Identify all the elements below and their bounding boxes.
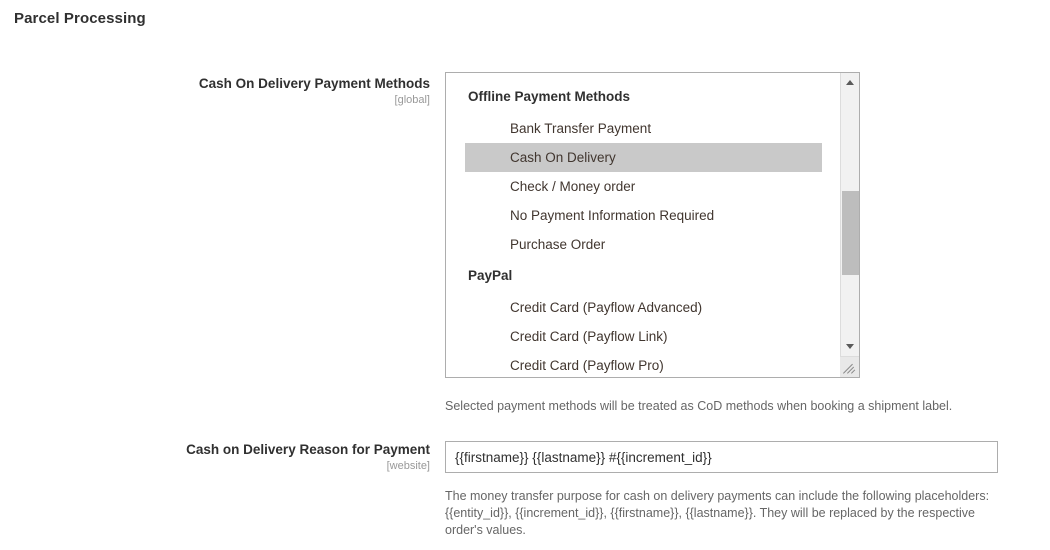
option-purchase-order[interactable]: Purchase Order xyxy=(465,230,822,259)
field-note-cod-reason-for-payment: The money transfer purpose for cash on d… xyxy=(445,489,990,537)
option-cash-on-delivery[interactable]: Cash On Delivery xyxy=(465,143,822,172)
cod-payment-methods-multiselect[interactable]: Offline Payment Methods Bank Transfer Pa… xyxy=(445,72,860,378)
option-check-money-order[interactable]: Check / Money order xyxy=(465,172,822,201)
chevron-up-icon xyxy=(846,80,854,85)
option-no-payment-information-required[interactable]: No Payment Information Required xyxy=(465,201,822,230)
field-note-cod-payment-methods: Selected payment methods will be treated… xyxy=(445,399,953,413)
option-credit-card-payflow-link[interactable]: Credit Card (Payflow Link) xyxy=(465,322,822,351)
field-scope-cod-payment-methods: [global] xyxy=(394,94,430,106)
chevron-down-icon xyxy=(846,344,854,349)
page-title: Parcel Processing xyxy=(14,10,146,27)
option-bank-transfer-payment[interactable]: Bank Transfer Payment xyxy=(465,114,822,143)
scroll-down-button[interactable] xyxy=(841,337,859,355)
multiselect-scrollbar[interactable] xyxy=(840,73,859,377)
option-credit-card-payflow-pro[interactable]: Credit Card (Payflow Pro) xyxy=(465,351,822,377)
scrollbar-thumb[interactable] xyxy=(842,191,859,275)
field-scope-cod-reason-for-payment: [website] xyxy=(386,460,430,472)
scroll-up-button[interactable] xyxy=(841,73,859,91)
resize-handle[interactable] xyxy=(840,356,859,377)
optgroup-label-paypal: PayPal xyxy=(468,268,513,283)
field-label-cod-payment-methods: Cash On Delivery Payment Methods xyxy=(198,76,430,91)
multiselect-option-list[interactable]: Offline Payment Methods Bank Transfer Pa… xyxy=(446,73,841,377)
grip-line-icon xyxy=(851,369,856,374)
option-credit-card-payflow-advanced[interactable]: Credit Card (Payflow Advanced) xyxy=(465,293,822,322)
field-label-cod-reason-for-payment: Cash on Delivery Reason for Payment xyxy=(186,442,430,457)
optgroup-label-offline-payment-methods: Offline Payment Methods xyxy=(468,89,631,104)
cod-reason-for-payment-input[interactable] xyxy=(445,441,998,473)
